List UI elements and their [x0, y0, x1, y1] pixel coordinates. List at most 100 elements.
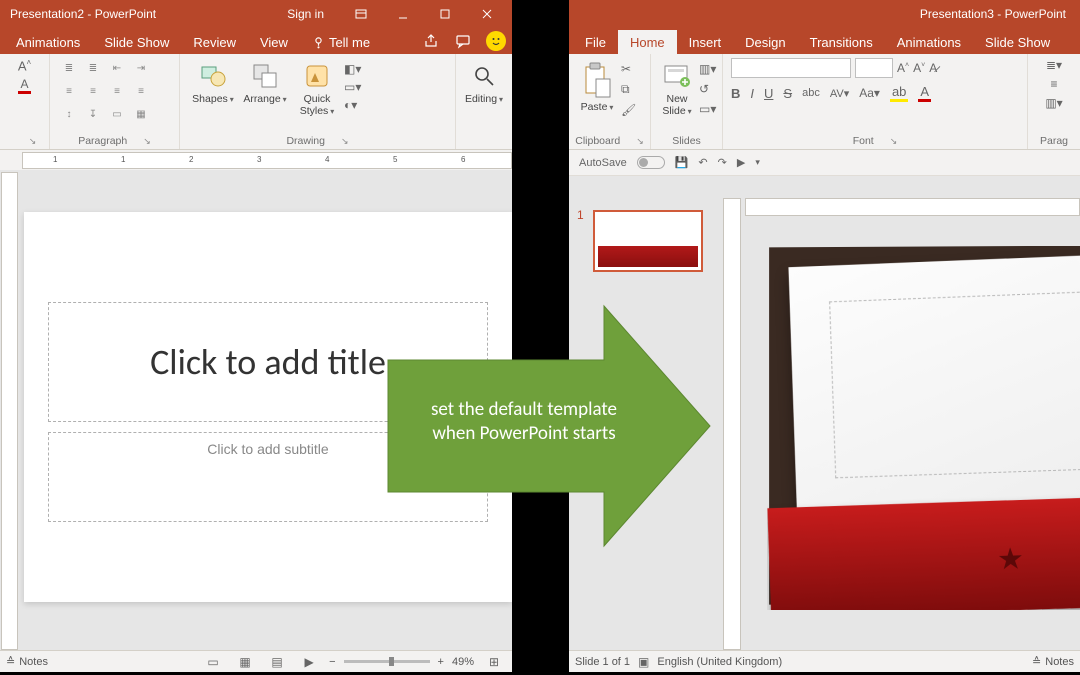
horizontal-ruler[interactable]	[745, 198, 1080, 216]
font-size-dropdown[interactable]	[855, 58, 893, 78]
ruler[interactable]: 1123456	[22, 152, 512, 169]
tab-insert[interactable]: Insert	[677, 30, 734, 54]
spellcheck-icon[interactable]: ▣	[638, 655, 649, 669]
tab-slide-show[interactable]: Slide Show	[92, 30, 181, 54]
section-icon[interactable]: ▭▾	[699, 102, 716, 116]
slide-counter[interactable]: Slide 1 of 1	[575, 656, 630, 668]
font-color-icon[interactable]: A	[18, 77, 30, 94]
tab-home[interactable]: Home	[618, 30, 677, 54]
editing-button[interactable]: Editing	[463, 58, 505, 108]
quick-styles-button[interactable]: Quick Styles	[292, 58, 342, 119]
arrange-button[interactable]: Arrange	[240, 58, 290, 108]
group-launcher-icon[interactable]: ↘	[341, 136, 349, 147]
close-button[interactable]	[466, 0, 508, 28]
tab-view[interactable]: View	[248, 30, 300, 54]
indent-left-icon[interactable]: ⇤	[106, 58, 128, 78]
format-painter-icon[interactable]: 🖌	[621, 103, 636, 117]
align-left-icon[interactable]: ≡	[58, 81, 80, 101]
customize-qat-icon[interactable]: ▾	[755, 157, 760, 168]
text-direction-icon[interactable]: ↧	[82, 104, 104, 124]
minimize-button[interactable]	[382, 0, 424, 28]
thumbnail-number: 1	[577, 208, 584, 222]
cut-icon[interactable]: ✂	[621, 62, 636, 76]
ribbon-display-options[interactable]	[340, 0, 382, 28]
fit-window-icon[interactable]: ⊞	[482, 653, 506, 671]
undo-icon[interactable]: ↶	[698, 156, 707, 169]
italic-button[interactable]: I	[750, 86, 754, 101]
tell-me[interactable]: Tell me	[300, 30, 382, 54]
numbering-icon[interactable]: ≣	[82, 58, 104, 78]
title-placeholder[interactable]	[829, 282, 1080, 478]
bullets-icon[interactable]: ≣	[58, 58, 80, 78]
text-size-icon[interactable]: A˄	[18, 58, 31, 73]
quick-access-toolbar: AutoSave 💾 ↶ ↷ ▶ ▾	[569, 150, 1080, 176]
indent-right-icon[interactable]: ⇥	[130, 58, 152, 78]
columns-icon[interactable]: ▥▾	[1045, 96, 1062, 110]
zoom-slider[interactable]	[344, 660, 430, 663]
align-right-icon[interactable]: ≡	[106, 81, 128, 101]
shrink-font-icon[interactable]: A˅	[913, 61, 925, 75]
tab-file[interactable]: File	[573, 30, 618, 54]
tab-animations[interactable]: Animations	[4, 30, 92, 54]
reading-view-icon[interactable]: ▤	[265, 653, 289, 671]
vertical-ruler[interactable]	[723, 198, 741, 650]
group-launcher-icon[interactable]: ↘	[143, 136, 151, 147]
font-color-button[interactable]: A	[918, 84, 931, 102]
notes-button[interactable]: ≙ Notes	[6, 655, 48, 668]
share-icon[interactable]	[422, 32, 440, 50]
slide[interactable]: CLICK T ★	[769, 246, 1080, 607]
highlight-button[interactable]: ab	[890, 84, 908, 102]
strike-button[interactable]: S	[783, 86, 792, 101]
reset-icon[interactable]: ↺	[699, 82, 716, 96]
feedback-smiley-icon[interactable]	[486, 31, 506, 51]
align-text-icon[interactable]: ▭	[106, 104, 128, 124]
new-slide-button[interactable]: New Slide	[659, 58, 695, 119]
bold-button[interactable]: B	[731, 86, 740, 101]
vertical-ruler[interactable]	[1, 172, 18, 650]
shape-outline-icon[interactable]: ▭▾	[344, 80, 361, 94]
comments-icon[interactable]	[454, 32, 472, 50]
align-center-icon[interactable]: ≡	[82, 81, 104, 101]
slideshow-icon[interactable]: ▶	[737, 156, 745, 169]
layout-icon[interactable]: ▥▾	[699, 62, 716, 76]
zoom-out-icon[interactable]: −	[329, 656, 335, 668]
signin-link[interactable]: Sign in	[287, 7, 324, 21]
clear-format-icon[interactable]: A̷	[929, 61, 937, 75]
grow-font-icon[interactable]: A˄	[897, 61, 909, 75]
tab-animations[interactable]: Animations	[885, 30, 973, 54]
shadow-button[interactable]: abc	[802, 87, 820, 99]
save-icon[interactable]: 💾	[675, 156, 689, 169]
language-status[interactable]: English (United Kingdom)	[657, 656, 782, 668]
group-launcher-icon[interactable]: ↘	[890, 136, 898, 147]
sorter-view-icon[interactable]: ▦	[233, 653, 257, 671]
shape-fill-icon[interactable]: ◧▾	[344, 62, 361, 76]
copy-icon[interactable]: ⧉	[621, 82, 636, 97]
shapes-button[interactable]: Shapes	[188, 58, 238, 108]
tab-transitions[interactable]: Transitions	[798, 30, 885, 54]
shape-effects-icon[interactable]: ◐▾	[344, 98, 361, 112]
zoom-level[interactable]: 49%	[452, 656, 474, 668]
justify-icon[interactable]: ≡	[130, 81, 152, 101]
group-launcher-icon[interactable]: ↘	[636, 136, 644, 147]
tab-slide-show[interactable]: Slide Show	[973, 30, 1062, 54]
tab-design[interactable]: Design	[733, 30, 797, 54]
font-family-dropdown[interactable]	[731, 58, 851, 78]
autosave-toggle[interactable]	[637, 156, 665, 169]
normal-view-icon[interactable]: ▭	[201, 653, 225, 671]
change-case-button[interactable]: Aa▾	[859, 86, 880, 100]
zoom-in-icon[interactable]: +	[438, 656, 444, 668]
redo-icon[interactable]: ↷	[718, 156, 727, 169]
smartart-icon[interactable]: ▦	[130, 104, 152, 124]
underline-button[interactable]: U	[764, 86, 773, 101]
group-launcher-icon[interactable]: ↘	[29, 136, 37, 147]
line-spacing-icon[interactable]: ↕	[58, 104, 80, 124]
maximize-button[interactable]	[424, 0, 466, 28]
char-spacing-button[interactable]: AV▾	[830, 87, 849, 100]
tab-review[interactable]: Review	[181, 30, 248, 54]
slideshow-view-icon[interactable]: ▶	[297, 653, 321, 671]
paste-button[interactable]: Paste	[577, 58, 617, 116]
notes-button[interactable]: ≙ Notes	[1032, 655, 1074, 668]
slide-thumbnail[interactable]	[593, 210, 703, 272]
bullets-icon[interactable]: ≣▾	[1046, 58, 1062, 72]
align-left-icon[interactable]: ≡	[1050, 77, 1057, 91]
